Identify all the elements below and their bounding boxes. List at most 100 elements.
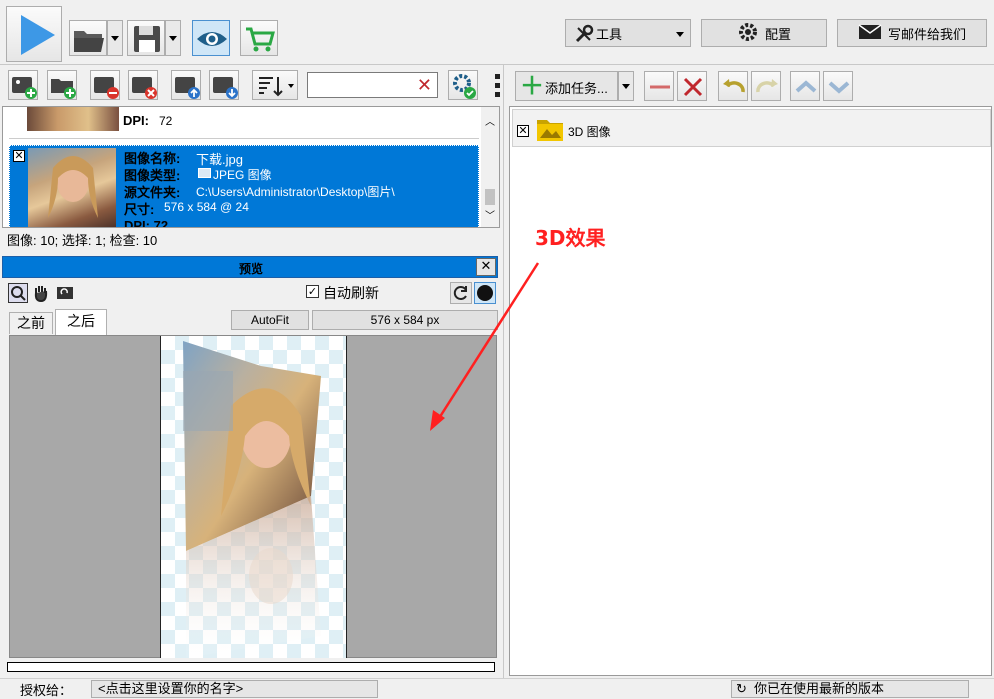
progress-bar: [7, 662, 495, 672]
move-task-down-button[interactable]: [823, 71, 853, 101]
refresh-small-icon: ↻: [736, 681, 747, 696]
source-value: C:\Users\Administrator\Desktop\图片\: [196, 185, 395, 199]
move-up-icon: [175, 77, 200, 99]
remove-image-icon: [94, 77, 119, 99]
status-bar: 授权给： <点击这里设置你的名字> ↻ 你已在使用最新的版本: [0, 678, 994, 698]
size-label: 尺寸:: [124, 202, 155, 217]
sort-icon: [259, 77, 294, 97]
zoom-tool-button[interactable]: [8, 283, 28, 303]
tab-after[interactable]: 之后: [55, 309, 107, 335]
autofit-button[interactable]: AutoFit: [231, 310, 309, 330]
dpi-label: DPI:: [123, 113, 149, 128]
jpeg-icon: [198, 168, 211, 178]
image-list[interactable]: DPI: 72 ✕ 图像名称: 下载.jpg 图像类型: JPEG 图像 源文件…: [2, 106, 500, 228]
add-task-button[interactable]: ＋ 添加任务...: [515, 71, 618, 101]
3d-effect-image: [183, 341, 321, 658]
save-dropdown[interactable]: [165, 20, 181, 56]
undo-button[interactable]: [718, 71, 748, 101]
tools-label: 工具: [596, 26, 623, 42]
remove-task-button[interactable]: [644, 71, 674, 101]
zoom-icon: [11, 286, 26, 301]
list-status: 图像: 10; 选择: 1; 检查: 10: [7, 233, 158, 248]
scroll-thumb[interactable]: [485, 189, 495, 205]
chevron-up-icon: [795, 80, 817, 93]
3d-image-icon: [535, 114, 565, 144]
envelope-icon: [858, 23, 882, 43]
run-button[interactable]: [6, 6, 62, 62]
clear-filter-icon[interactable]: ✕: [417, 75, 432, 96]
task-item[interactable]: ✕ 3D 图像: [512, 109, 991, 147]
mail-label: 写邮件给我们: [887, 26, 966, 42]
buy-button[interactable]: [240, 20, 278, 56]
thumbnail-image: [28, 148, 116, 227]
add-folder-icon: [51, 79, 76, 99]
mail-us-button[interactable]: 写邮件给我们: [837, 19, 987, 47]
list-scrollbar[interactable]: ︿ ﹀: [481, 107, 499, 227]
plus-icon: ＋: [520, 72, 544, 100]
version-status: ↻ 你已在使用最新的版本: [731, 680, 969, 698]
move-down-icon: [213, 77, 238, 99]
add-task-label: 添加任务...: [545, 81, 608, 96]
dpi-cut-label: DPI: 72: [124, 218, 169, 228]
play-icon: [21, 15, 55, 55]
annotation-arrow-icon: [430, 262, 540, 431]
rotate-tool-button[interactable]: [56, 285, 74, 301]
hand-icon: [34, 286, 48, 303]
add-task-dropdown[interactable]: [618, 71, 634, 101]
config-label: 配置: [764, 26, 791, 42]
result-image: [160, 336, 347, 658]
move-up-image-button[interactable]: [171, 70, 201, 100]
item-checkbox[interactable]: ✕: [13, 150, 25, 162]
chevron-down-icon: [676, 32, 684, 37]
scroll-down-icon[interactable]: ﹀: [485, 207, 495, 222]
task-label: 3D 图像: [568, 125, 611, 139]
open-dropdown[interactable]: [107, 20, 123, 56]
tab-before[interactable]: 之前: [9, 312, 53, 334]
floppy-icon: [134, 26, 160, 52]
auto-refresh-label: 自动刷新: [323, 285, 379, 301]
cart-icon: [246, 27, 275, 52]
more-tools-icon[interactable]: [492, 70, 502, 100]
remove-image-button[interactable]: [90, 70, 120, 100]
wrench-icon: [574, 24, 594, 47]
license-label: 授权给：: [20, 683, 73, 698]
toolbar-divider: [0, 64, 994, 65]
list-item[interactable]: DPI: 72: [9, 107, 479, 139]
list-item-selected[interactable]: ✕ 图像名称: 下载.jpg 图像类型: JPEG 图像 源文件夹: C:\Us…: [9, 145, 479, 228]
task-checkbox[interactable]: ✕: [517, 125, 529, 137]
image-settings-button[interactable]: [448, 70, 478, 100]
add-folder-button[interactable]: [47, 70, 77, 100]
undo-icon: [723, 79, 745, 93]
gear-check-icon: [453, 74, 476, 99]
annotation-label: 3D效果: [535, 226, 606, 250]
thumbnail-image: [27, 107, 119, 131]
rotate-icon: [57, 287, 73, 299]
size-value: 576 x 584 @ 24: [164, 200, 249, 214]
set-name-field[interactable]: <点击这里设置你的名字>: [91, 680, 378, 698]
auto-refresh-checkbox[interactable]: ✓: [306, 285, 319, 298]
scroll-up-icon[interactable]: ︿: [485, 113, 495, 128]
add-image-button[interactable]: [8, 70, 38, 100]
task-list[interactable]: ✕ 3D 图像: [509, 106, 992, 676]
folder-icon: [74, 31, 104, 52]
sort-button[interactable]: [252, 70, 298, 100]
type-value: JPEG 图像: [213, 168, 272, 182]
config-button[interactable]: 配置: [701, 19, 827, 47]
eye-icon: [197, 32, 227, 46]
clear-tasks-button[interactable]: [677, 71, 707, 101]
chevron-down-icon: [828, 81, 850, 94]
open-folder-button[interactable]: [69, 20, 107, 56]
filter-input[interactable]: ✕: [307, 72, 438, 98]
add-image-icon: [12, 77, 37, 99]
clear-images-button[interactable]: [128, 70, 158, 100]
pan-tool-button[interactable]: [31, 283, 51, 303]
tools-menu-button[interactable]: 工具: [565, 19, 691, 47]
move-down-image-button[interactable]: [209, 70, 239, 100]
redo-button[interactable]: [751, 71, 781, 101]
preview-toggle-button[interactable]: [192, 20, 230, 56]
version-text: 你已在使用最新的版本: [754, 681, 885, 696]
close-icon: [683, 77, 703, 97]
move-task-up-button[interactable]: [790, 71, 820, 101]
save-button[interactable]: [127, 20, 165, 56]
gear-icon: [737, 21, 759, 46]
